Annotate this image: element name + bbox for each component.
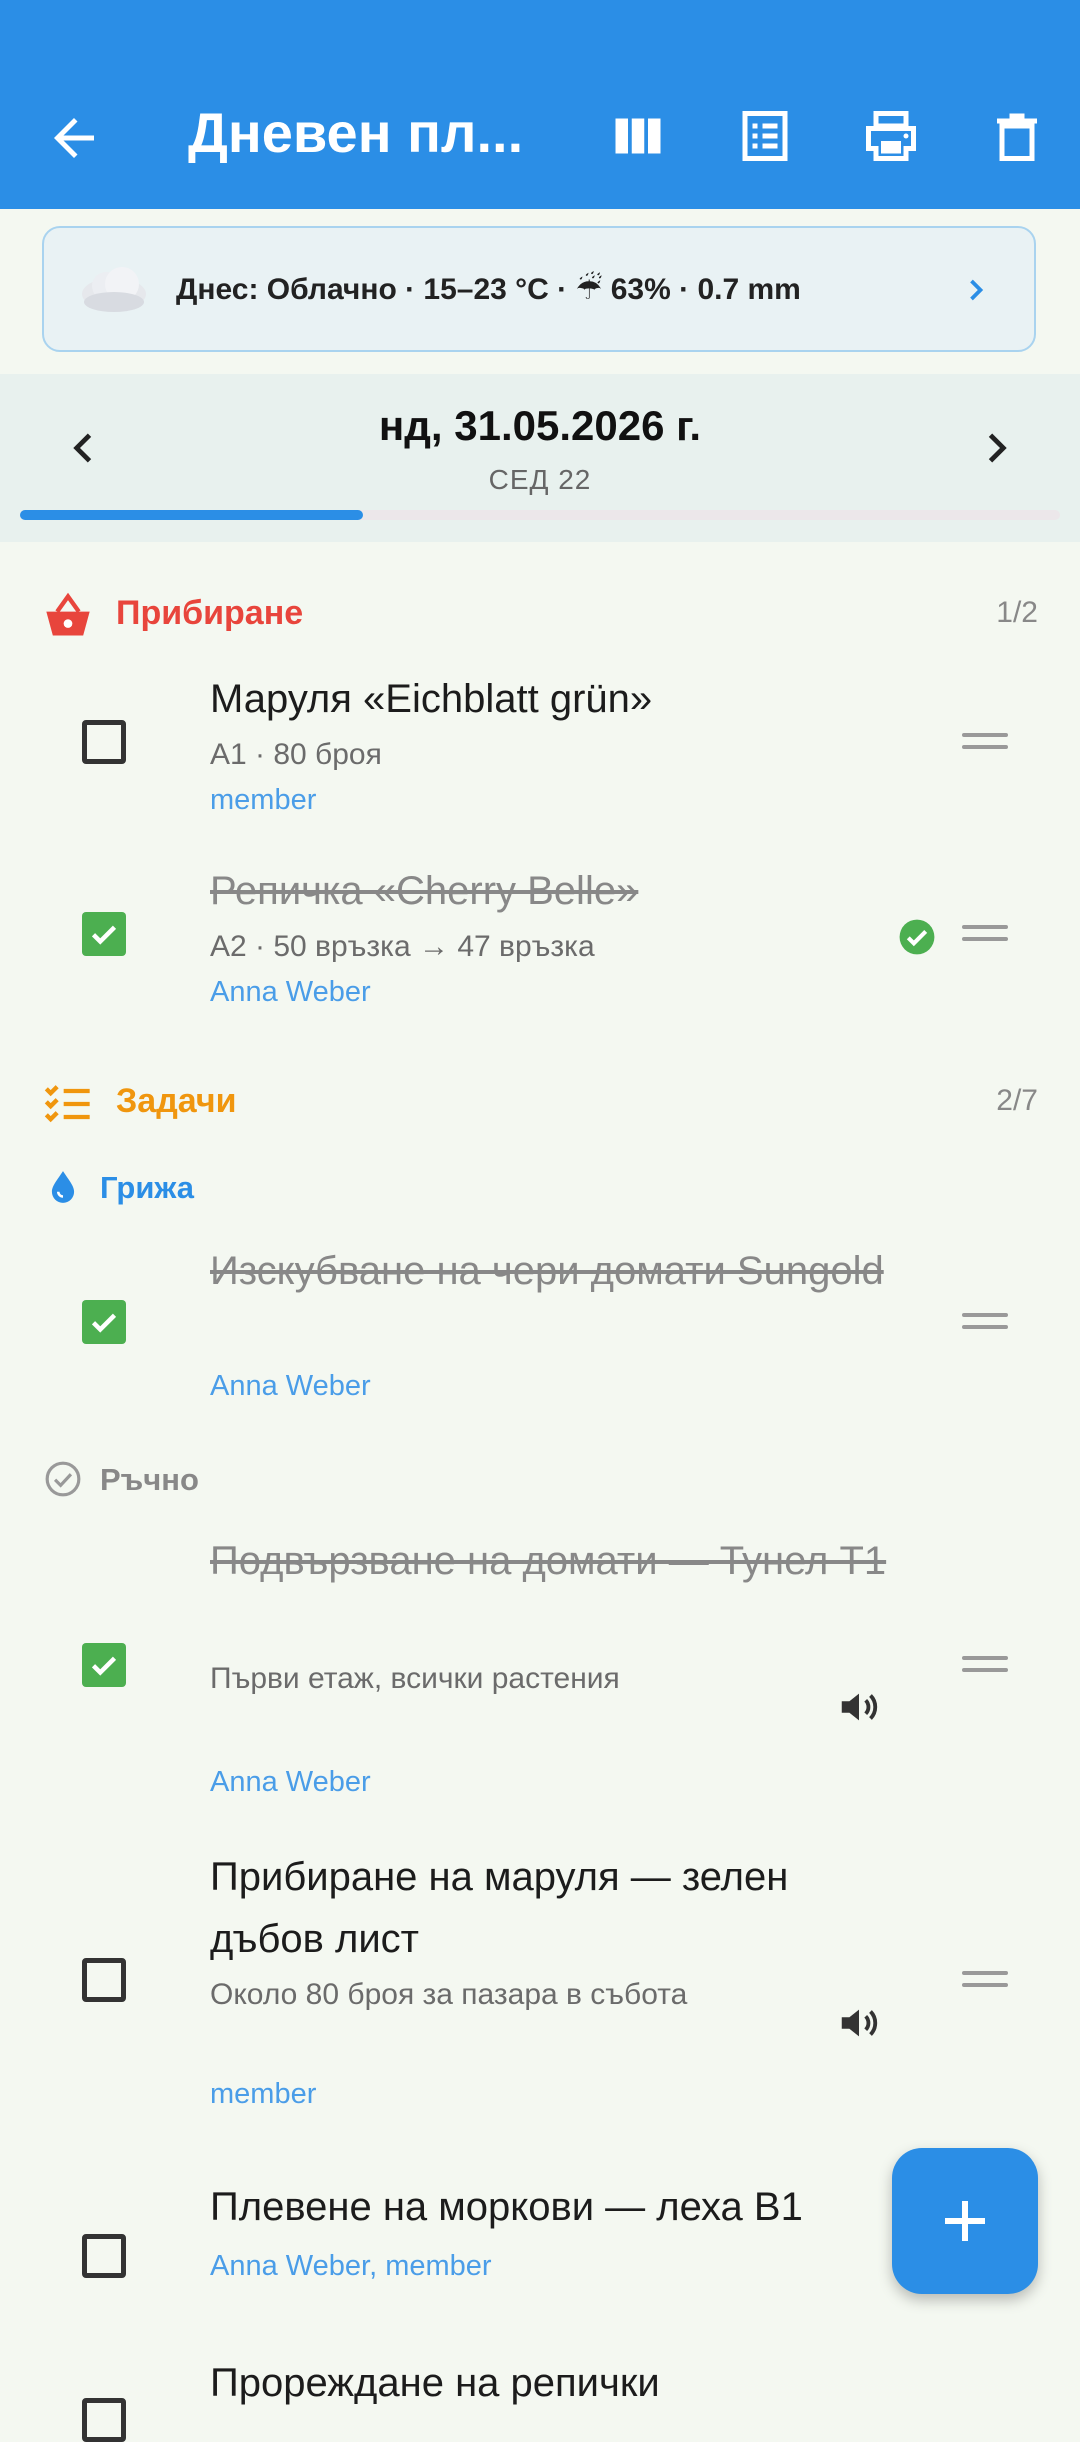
subsection-title: Грижа [100,1170,194,1205]
drag-handle-icon[interactable] [962,1313,1008,1335]
drag-handle-icon[interactable] [962,733,1008,755]
speaker-icon[interactable] [836,1684,882,1730]
page-title: Дневен пл... [188,101,524,164]
basket-icon [46,592,90,636]
item-name: Плевене на моркови — леха B1 [210,2185,803,2229]
cloud-icon [82,267,146,312]
item-meta: Първи етаж, всички растения [210,1662,620,1695]
drag-handle-icon[interactable] [962,1971,1008,1993]
checkbox[interactable] [82,2398,126,2442]
checkbox[interactable] [82,1300,126,1344]
list-view-icon[interactable] [735,106,795,166]
columns-icon[interactable] [608,106,668,166]
checkbox[interactable] [82,2234,126,2278]
print-icon[interactable] [861,106,921,166]
date-navigator: нд, 31.05.2026 г. СЕД 22 [0,374,1080,542]
item-name: Изскубване на чери домати Sungold [210,1249,884,1293]
weather-card[interactable]: Днес: Облачно · 15–23 °C · ☔ 63% · 0.7 m… [42,226,1036,352]
delete-icon[interactable] [987,106,1047,166]
back-arrow-icon[interactable] [44,108,104,168]
check-circle-icon [899,919,935,955]
item-meta: A1 · 80 броя [210,738,382,771]
checkbox[interactable] [82,1958,126,2002]
item-assignee: Anna Weber [210,976,371,1008]
drag-handle-icon[interactable] [962,1656,1008,1678]
item-assignee: member [210,2078,317,2110]
add-button[interactable] [892,2148,1038,2294]
checkbox[interactable] [82,1643,126,1687]
day-progress-fill [20,510,364,520]
checklist-icon [44,1085,90,1123]
item-name: Репичка «Cherry Belle» [210,869,639,913]
weather-summary: Днес: Облачно · 15–23 °C · ☔ 63% · 0.7 m… [176,273,801,306]
section-title: Прибиране [116,594,304,632]
checkbox[interactable] [82,720,126,764]
check-circle-outline-icon [45,1461,81,1497]
drag-handle-icon[interactable] [962,925,1008,947]
item-name: Маруля «Eichblatt grün» [210,677,653,721]
item-assignee: Anna Weber [210,1370,371,1402]
checkbox[interactable] [82,912,126,956]
plus-icon [945,2201,985,2241]
speaker-icon[interactable] [836,2000,882,2046]
item-assignee: member [210,784,317,816]
week-label: СЕД 22 [488,464,592,495]
chevron-right-icon[interactable] [974,426,1018,470]
section-count: 1/2 [996,596,1038,629]
item-assignee: Anna Weber, member [210,2250,492,2282]
app-bar: Дневен пл... [0,0,1080,209]
current-date[interactable]: нд, 31.05.2026 г. [0,402,1080,450]
item-name: Подвързване на домати — Тунел T1 [210,1539,887,1583]
item-meta: A2 · 50 връзка → 47 връзка [210,930,595,963]
day-progress-bar [20,510,1060,520]
item-meta: Около 80 броя за пазара в събота [210,1978,688,2011]
water-drop-icon [51,1171,75,1203]
section-title: Задачи [116,1082,237,1120]
item-name: Прореждане на репички [210,2361,660,2405]
item-name: Прибиране на маруля — зелен дъбов лист [210,1855,789,1961]
section-count: 2/7 [996,1084,1038,1117]
chevron-right-icon [970,279,984,301]
subsection-title: Ръчно [100,1462,199,1497]
item-assignee: Anna Weber [210,1766,371,1798]
